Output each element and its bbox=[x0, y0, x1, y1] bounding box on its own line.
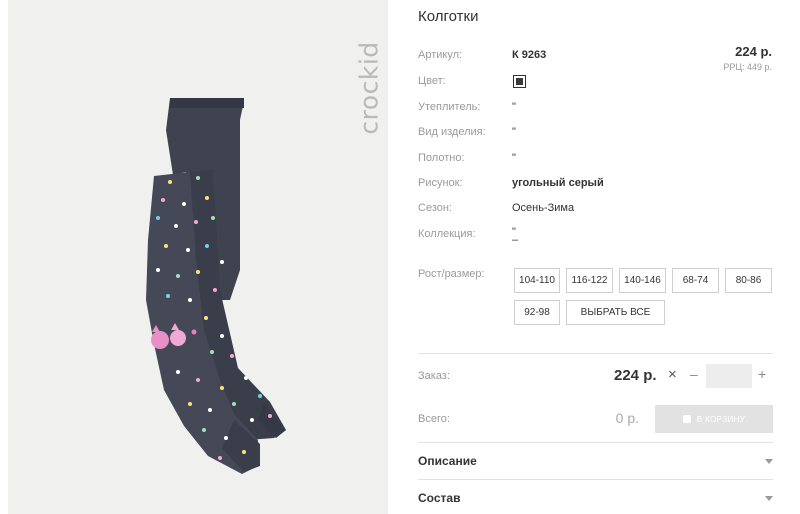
quantity-input[interactable] bbox=[706, 364, 752, 388]
product-type-value: " bbox=[512, 126, 516, 138]
brand-logo: crockid bbox=[354, 20, 384, 155]
add-to-cart-button[interactable]: В КОРЗИНУ bbox=[655, 405, 773, 433]
article-label: Артикул: bbox=[418, 49, 463, 61]
order-price: 224 р. bbox=[614, 367, 657, 384]
total-value: 0 р. bbox=[615, 410, 639, 426]
quantity-increase-button[interactable]: + bbox=[758, 366, 766, 382]
description-accordion[interactable]: Описание bbox=[418, 450, 773, 472]
chevron-down-icon bbox=[765, 495, 773, 501]
divider bbox=[418, 442, 773, 443]
size-option-80-86[interactable]: 80-86 bbox=[725, 268, 772, 293]
fabric-value: " bbox=[512, 152, 516, 164]
product-photo: crockid bbox=[8, 0, 388, 514]
product-price: 224 р. bbox=[735, 44, 772, 59]
composition-accordion-label: Состав bbox=[418, 491, 461, 505]
pattern-value: угольный серый bbox=[512, 177, 604, 189]
total-label: Всего: bbox=[418, 413, 450, 425]
color-label: Цвет: bbox=[418, 75, 446, 87]
composition-accordion[interactable]: Состав bbox=[418, 487, 773, 509]
pattern-label: Рисунок: bbox=[418, 177, 463, 189]
insulation-value: " bbox=[512, 101, 516, 113]
season-label: Сезон: bbox=[418, 202, 452, 214]
recommended-retail-price: РРЦ: 449 р. bbox=[723, 62, 772, 72]
size-option-68-74[interactable]: 68-74 bbox=[672, 268, 719, 293]
cart-icon bbox=[682, 415, 691, 423]
size-option-140-146[interactable]: 140-146 bbox=[619, 268, 666, 293]
size-option-116-122[interactable]: 116-122 bbox=[566, 268, 613, 293]
collection-label: Коллекция: bbox=[418, 228, 476, 240]
fabric-label: Полотно: bbox=[418, 152, 465, 164]
tights-image bbox=[146, 98, 286, 474]
size-option-104-110[interactable]: 104-110 bbox=[514, 268, 560, 293]
product-title: Колготки bbox=[418, 8, 479, 25]
description-accordion-label: Описание bbox=[418, 454, 477, 468]
select-all-sizes-button[interactable]: ВЫБРАТЬ ВСЕ bbox=[566, 300, 665, 325]
product-type-label: Вид изделия: bbox=[418, 126, 486, 138]
chevron-down-icon bbox=[765, 458, 773, 464]
color-swatch[interactable] bbox=[513, 75, 526, 88]
size-label: Рост/размер: bbox=[418, 268, 485, 280]
article-value: К 9263 bbox=[512, 49, 547, 61]
collection-value-secondary: – bbox=[512, 234, 519, 246]
quantity-decrease-button[interactable]: – bbox=[690, 366, 698, 382]
size-option-92-98[interactable]: 92-98 bbox=[514, 300, 560, 325]
multiply-icon: × bbox=[668, 366, 677, 383]
season-value: Осень-Зима bbox=[512, 202, 575, 214]
divider bbox=[418, 479, 773, 480]
color-swatch-fill bbox=[516, 78, 523, 85]
order-label: Заказ: bbox=[418, 370, 450, 382]
brand-logo-text: crockid bbox=[354, 40, 384, 135]
insulation-label: Утеплитель: bbox=[418, 101, 481, 113]
add-to-cart-label: В КОРЗИНУ bbox=[696, 414, 746, 424]
divider bbox=[418, 353, 773, 354]
